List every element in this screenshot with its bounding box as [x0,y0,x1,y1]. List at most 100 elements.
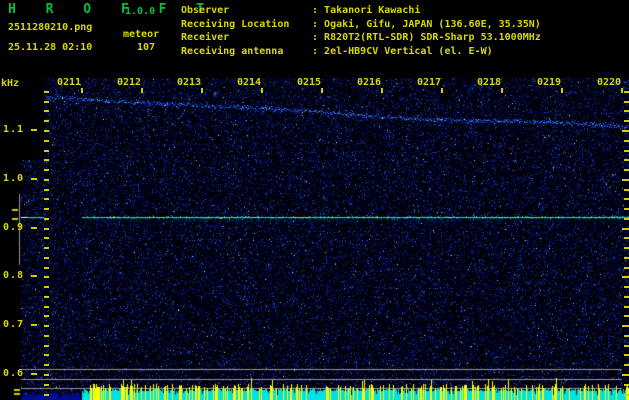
freq-tick-label: 1.1 [3,124,25,135]
frequency-unit-label: kHz [1,78,20,89]
freq-tick-label: 0.9 [3,222,25,233]
freq-minor-tick-left [44,179,49,181]
info-row-label: Receiver [181,32,230,44]
info-row-colon: : [312,18,325,30]
freq-tick-label: 1.0 [3,173,25,184]
freq-minor-tick-right [624,91,629,93]
freq-minor-tick-left [44,110,49,112]
time-tick-mark [321,88,323,93]
freq-minor-tick-left [44,237,49,239]
time-tick-mark [501,88,503,93]
freq-minor-tick-right [624,208,629,210]
freq-minor-tick-right [624,237,629,239]
freq-minor-tick-right [624,189,629,191]
freq-major-tick-right [622,374,629,376]
freq-minor-tick-right [624,150,629,152]
freq-minor-tick-left [44,208,49,210]
freq-major-tick-right [622,130,629,132]
freq-minor-tick-left [44,150,49,152]
freq-minor-tick-left [44,306,49,308]
meteor-count: 107 [137,42,156,53]
freq-major-tick [31,129,37,131]
time-tick-label: 0212 [117,77,142,88]
freq-minor-tick-left [44,354,49,356]
info-row: Receiving antenna: 2el-HB9CV Vertical (e… [181,45,541,59]
info-row: Observer: Takanori Kawachi [181,4,541,18]
freq-minor-tick-left [44,394,49,396]
freq-major-tick [31,324,37,326]
info-row-value: Ogaki, Gifu, JAPAN (136.60E, 35.35N) [324,18,541,30]
freq-minor-tick-left [44,335,49,337]
info-row-colon: : [312,32,325,44]
freq-minor-tick-right [624,218,629,220]
freq-minor-tick-right [624,306,629,308]
freq-minor-tick-right [624,296,629,298]
time-tick-label: 0220 [597,77,622,88]
freq-minor-tick-left [44,286,49,288]
time-tick-label: 0214 [237,77,262,88]
station-info-block: Observer: Takanori Kawachi Receiving Loca… [181,4,541,58]
info-row-value: R820T2(RTL-SDR) SDR-Sharp 53.1000MHz [324,32,541,44]
freq-minor-tick-left [44,247,49,249]
freq-minor-tick-left [44,130,49,132]
freq-minor-tick-right [624,140,629,142]
freq-minor-tick-left [44,169,49,171]
freq-major-tick [31,373,37,375]
freq-minor-tick-left [44,374,49,376]
mode-label: meteor [123,29,160,40]
freq-minor-tick-right [624,384,629,386]
time-tick-label: 0219 [537,77,562,88]
freq-tick-label: 0.7 [3,319,25,330]
info-row-colon: : [312,45,325,57]
info-row-label: Receiving Location [181,18,290,30]
time-tick-label: 0211 [57,77,82,88]
time-tick-mark [561,88,563,93]
time-tick-mark [261,88,263,93]
freq-minor-tick-right [624,247,629,249]
info-row-colon: : [312,5,325,16]
freq-minor-tick-left [44,189,49,191]
spectrogram-canvas [0,0,629,400]
info-row: Receiver: R820T2(RTL-SDR) SDR-Sharp 53.1… [181,31,541,45]
freq-minor-tick-left [44,159,49,161]
freq-tick-label: 0.6 [3,368,25,379]
freq-minor-tick-left [44,384,49,386]
freq-minor-tick-right [624,159,629,161]
freq-minor-tick-left [44,218,49,220]
freq-minor-tick-left [44,315,49,317]
time-tick-mark [621,88,623,93]
time-tick-label: 0218 [477,77,502,88]
time-tick-label: 0215 [297,77,322,88]
app-version: 1.0.0 [125,6,156,17]
time-tick-mark [81,88,83,93]
freq-minor-tick-left [44,364,49,366]
freq-minor-tick-left [44,140,49,142]
freq-minor-tick-right [624,120,629,122]
freq-major-tick [31,275,37,277]
freq-minor-tick-left [44,228,49,230]
info-row-value: Takanori Kawachi [324,5,421,16]
freq-minor-tick-left [44,345,49,347]
freq-minor-tick-right [624,345,629,347]
freq-minor-tick-left [44,296,49,298]
freq-minor-tick-left [44,257,49,259]
output-filename: 2511280210.png [8,22,93,33]
freq-minor-tick-right [624,354,629,356]
freq-minor-tick-left [44,198,49,200]
freq-minor-tick-left [44,91,49,93]
freq-major-tick [31,227,37,229]
time-tick-label: 0216 [357,77,382,88]
freq-minor-tick-left [44,325,49,327]
freq-minor-tick-left [44,120,49,122]
freq-minor-tick-left [44,267,49,269]
freq-major-tick-right [622,325,629,327]
freq-minor-tick-right [624,169,629,171]
freq-major-tick [31,178,37,180]
freq-minor-tick-right [624,335,629,337]
hrofft-window: H R O F F T 1.0.0 2511280210.png meteor … [0,0,629,400]
freq-minor-tick-right [624,394,629,396]
observation-datetime: 25.11.28 02:10 [8,42,93,53]
freq-major-tick-right [622,276,629,278]
freq-minor-tick-right [624,101,629,103]
freq-minor-tick-right [624,286,629,288]
